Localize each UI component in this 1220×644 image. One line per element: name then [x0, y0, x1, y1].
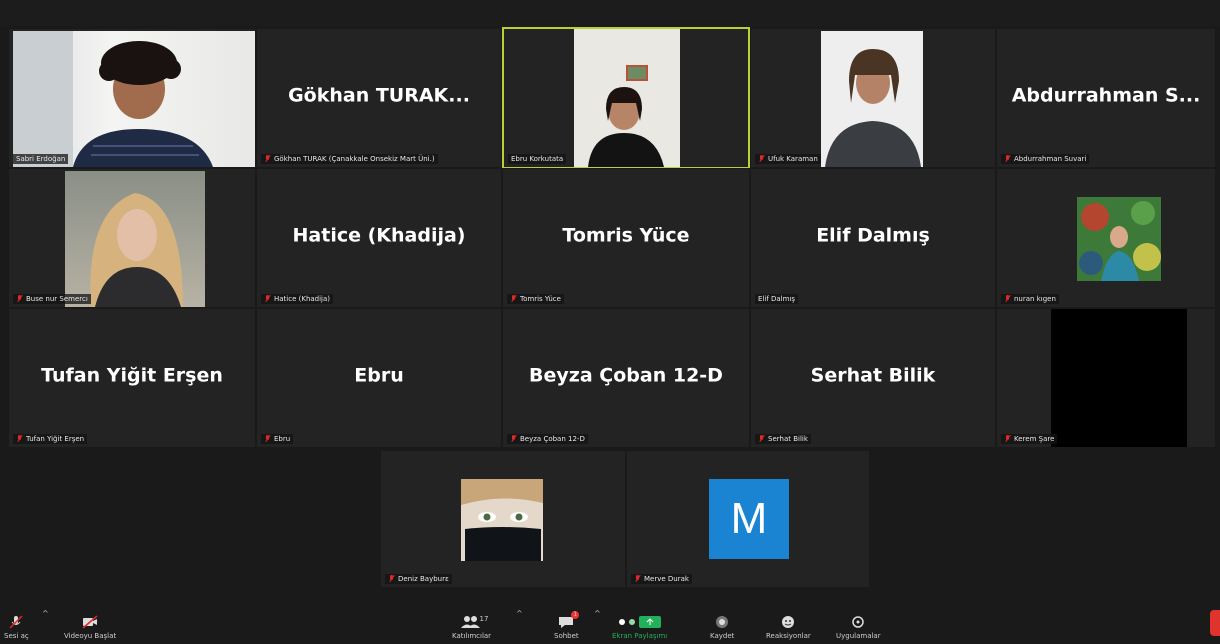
participant-tile[interactable]: Beyza Çoban 12-D Beyza Çoban 12-D [502, 308, 750, 448]
mic-muted-icon [510, 435, 517, 443]
participant-tile[interactable]: Tufan Yiğit Erşen Tufan Yiğit Erşen [8, 308, 256, 448]
mic-muted-icon [264, 435, 271, 443]
participant-display-name: Tufan Yiğit Erşen [41, 364, 223, 387]
mic-muted-icon [388, 575, 395, 583]
person-figure [13, 31, 213, 167]
participant-name-label: Gökhan TURAK (Çanakkale Onsekiz Mart Üni… [261, 154, 438, 164]
chat-icon: 1 [557, 611, 580, 629]
person-figure [588, 65, 664, 167]
participant-name-label: Ufuk Karaman [755, 154, 821, 164]
gallery-grid: Sabri Erdoğan Gökhan TURAK... Gökhan TUR… [0, 26, 1220, 448]
participant-name-label: Ebru [261, 434, 294, 444]
participant-name-label: Tomris Yüce [507, 294, 564, 304]
mic-muted-icon [264, 295, 271, 303]
mute-options-caret[interactable]: ^ [42, 609, 49, 618]
participant-tile[interactable]: M Merve Durak [626, 450, 870, 588]
participant-tile[interactable]: Deniz Bayburε [380, 450, 626, 588]
participant-video [1077, 197, 1161, 281]
top-bar [0, 0, 1220, 26]
participant-tile[interactable]: nuran kıgen [996, 168, 1216, 308]
participant-tile[interactable]: Abdurrahman S... Abdurrahman Suvari [996, 28, 1216, 168]
person-figure [90, 193, 183, 307]
participant-display-name: Ebru [354, 364, 404, 387]
participant-name-label: Sabri Erdoğan [13, 154, 69, 164]
participants-button[interactable]: 17 Katılımcılar [452, 615, 491, 640]
profile-picture [1077, 197, 1161, 281]
participant-name-label: Hatice (Khadija) [261, 294, 334, 304]
participant-display-name: Beyza Çoban 12-D [529, 364, 723, 387]
participant-video [461, 479, 543, 561]
avatar: M [709, 479, 789, 559]
apps-icon [849, 615, 867, 629]
participant-name-label: Merve Durak [631, 574, 692, 584]
participant-name-label: Kerem Şare [1001, 434, 1058, 444]
meeting-toolbar: Sesi aç ^ Videoyu Başlat 17 Katılımcılar… [0, 600, 1220, 644]
participants-options-caret[interactable]: ^ [516, 609, 523, 618]
participant-display-name: Hatice (Khadija) [292, 224, 466, 247]
mic-muted-icon [1004, 155, 1011, 163]
mic-muted-icon [634, 575, 641, 583]
end-meeting-button[interactable] [1210, 610, 1220, 636]
share-screen-icon [617, 615, 663, 629]
participant-display-name: Serhat Bilik [810, 364, 936, 387]
participant-name-label: Elif Dalmış [755, 294, 799, 304]
participant-name-label: Beyza Çoban 12-D [507, 434, 588, 444]
participant-tile[interactable]: Ufuk Karaman [750, 28, 996, 168]
chat-badge: 1 [571, 611, 580, 619]
participant-video [13, 31, 255, 167]
smiley-icon [779, 615, 797, 629]
participants-count: 17 [479, 615, 489, 623]
record-button[interactable]: Kaydet [710, 615, 734, 640]
participant-tile[interactable]: Serhat Bilik Serhat Bilik [750, 308, 996, 448]
chat-options-caret[interactable]: ^ [594, 609, 601, 618]
mic-muted-icon [510, 295, 517, 303]
participant-name-label: Abdurrahman Suvari [1001, 154, 1090, 164]
person-figure [825, 49, 921, 167]
apps-button[interactable]: Uygulamalar [836, 615, 881, 640]
mic-muted-icon [264, 155, 271, 163]
reactions-button[interactable]: Reaksiyonlar [766, 615, 811, 640]
participant-video [821, 31, 923, 167]
participant-name-label: Tufan Yiğit Erşen [13, 434, 88, 444]
chat-button[interactable]: 1 Sohbet [554, 611, 580, 640]
participant-tile[interactable]: Gökhan TURAK... Gökhan TURAK (Çanakkale … [256, 28, 502, 168]
profile-picture [461, 479, 543, 561]
mic-off-icon [7, 615, 25, 629]
participant-tile[interactable]: Buse nur Semercı [8, 168, 256, 308]
participant-display-name: Elif Dalmış [816, 224, 930, 247]
participant-display-name: Abdurrahman S... [1011, 84, 1201, 107]
mic-muted-icon [16, 435, 23, 443]
share-screen-button[interactable]: Ekran Paylaşımı [612, 615, 667, 640]
mic-muted-icon [758, 435, 765, 443]
participants-icon: 17 [456, 615, 488, 629]
participant-tile[interactable]: Hatice (Khadija) Hatice (Khadija) [256, 168, 502, 308]
participant-tile[interactable]: Ebru Ebru [256, 308, 502, 448]
mic-muted-icon [16, 295, 23, 303]
participant-display-name: Tomris Yüce [562, 224, 690, 247]
participant-tile[interactable]: Elif Dalmış Elif Dalmış [750, 168, 996, 308]
participant-name-label: Buse nur Semercı [13, 294, 91, 304]
participant-name-label: Ebru Korkutata [508, 154, 567, 164]
mic-muted-icon [1004, 435, 1011, 443]
mic-muted-icon [1004, 295, 1011, 303]
mic-muted-icon [758, 155, 765, 163]
video-off-icon [81, 615, 99, 629]
start-video-button[interactable]: Videoyu Başlat [64, 615, 116, 640]
participant-name-label: Deniz Bayburε [385, 574, 452, 584]
participant-video [574, 29, 680, 167]
participant-tile[interactable]: Tomris Yüce Tomris Yüce [502, 168, 750, 308]
participant-video [1051, 309, 1187, 447]
record-icon [713, 615, 731, 629]
unmute-button[interactable]: Sesi aç [4, 615, 29, 640]
participant-tile[interactable]: Kerem Şare [996, 308, 1216, 448]
participant-name-label: nuran kıgen [1001, 294, 1059, 304]
participant-display-name: Gökhan TURAK... [288, 84, 470, 107]
participant-tile[interactable]: Sabri Erdoğan [8, 28, 256, 168]
avatar-letter: M [730, 494, 768, 543]
active-speaker-tile[interactable]: Ebru Korkutata [502, 27, 750, 169]
participant-video [65, 171, 205, 307]
participant-name-label: Serhat Bilik [755, 434, 811, 444]
